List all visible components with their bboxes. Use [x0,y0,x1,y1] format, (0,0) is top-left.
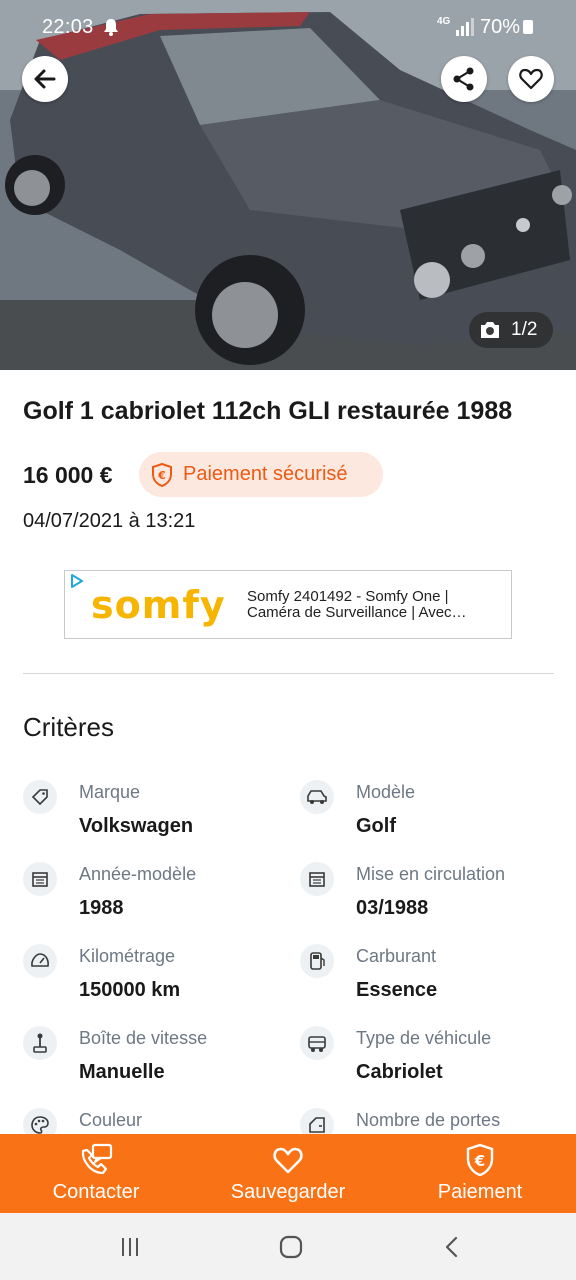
secure-payment-label: Paiement sécurisé [183,463,348,485]
ad-text: Somfy 2401492 - Somfy One | Caméra de Su… [247,588,467,621]
payment-button[interactable]: € Paiement [384,1134,576,1213]
action-bar: Contacter Sauvegarder € Paiement [0,1134,576,1213]
listing-title: Golf 1 cabriolet 112ch GLI restaurée 198… [23,397,513,425]
favorite-button[interactable] [508,56,554,102]
criteria-item-mise-en-circulation: Mise en circulation 03/1988 [300,862,560,932]
arrow-left-icon [34,69,56,89]
criteria-value: Cabriolet [356,1061,443,1083]
section-divider [23,673,554,674]
network-type: 4G [437,16,451,27]
secure-payment-badge[interactable]: € Paiement sécurisé [139,452,383,497]
fuel-pump-icon [300,944,334,978]
heart-icon [519,68,543,90]
listing-date: 04/07/2021 à 13:21 [23,510,196,532]
criteria-value: Golf [356,815,396,837]
battery-icon [523,20,533,34]
share-button[interactable] [441,56,487,102]
criteria-item-kilometrage: Kilométrage 150000 km [23,944,283,1014]
save-label: Sauvegarder [230,1181,346,1203]
ad-logo: somfy [91,583,226,627]
system-nav-bar [0,1213,576,1280]
home-icon [279,1235,303,1259]
criteria-value: Manuelle [79,1061,165,1083]
ad-banner[interactable]: somfy Somfy 2401492 - Somfy One | Caméra… [64,570,512,639]
back-button[interactable] [22,56,68,102]
criteria-item-annee-modele: Année-modèle 1988 [23,862,283,932]
contact-label: Contacter [52,1181,140,1203]
heart-icon [271,1143,305,1177]
recent-apps-button[interactable] [116,1233,144,1261]
calendar-icon [300,862,334,896]
car-icon [300,780,334,814]
calendar-icon [23,862,57,896]
criteria-label: Marque [79,782,141,802]
criteria-value: 1988 [79,897,124,919]
status-time: 22:03 [42,16,94,38]
contact-icon [79,1143,113,1177]
vehicle-type-icon [300,1026,334,1060]
contact-button[interactable]: Contacter [0,1134,192,1213]
speedometer-icon [23,944,57,978]
home-button[interactable] [277,1233,305,1261]
photo-counter[interactable]: 1/2 [469,312,553,348]
save-button[interactable]: Sauvegarder [192,1134,384,1213]
tag-icon [23,780,57,814]
criteria-label: Nombre de portes [356,1110,501,1130]
criteria-value: Essence [356,979,438,1001]
status-bar: 22:03 4G 70% [0,0,576,54]
svg-text:€: € [474,1152,485,1170]
recent-apps-icon [122,1238,138,1256]
chevron-left-icon [445,1236,458,1258]
criteria-label: Année-modèle [79,864,197,884]
criteria-title: Critères [23,712,115,742]
battery-level: 70% [480,16,521,38]
criteria-label: Couleur [79,1110,143,1130]
criteria-value: 150000 km [79,979,181,1001]
criteria-label: Kilométrage [79,946,176,966]
criteria-item-modele: Modèle Golf [300,780,560,850]
photo-counter-text: 1/2 [511,319,538,340]
listing-photo[interactable]: 22:03 4G 70% 1/2 [0,0,576,370]
adchoices-icon[interactable] [69,573,85,589]
gear-stick-icon [23,1026,57,1060]
signal-icon [456,18,474,36]
payment-label: Paiement [437,1181,523,1203]
criteria-value: 03/1988 [356,897,429,919]
criteria-item-boite-de-vitesse: Boîte de vitesse Manuelle [23,1026,283,1096]
criteria-value: Volkswagen [79,815,194,837]
criteria-item-marque: Marque Volkswagen [23,780,283,850]
criteria-label: Modèle [356,782,416,802]
svg-text:€: € [157,469,166,482]
listing-price: 16 000 € [23,462,113,488]
criteria-label: Boîte de vitesse [79,1028,208,1048]
euro-shield-icon: € [152,462,172,487]
camera-icon [481,322,499,338]
notification-bell-icon [104,19,118,36]
euro-shield-icon: € [463,1143,497,1177]
criteria-item-carburant: Carburant Essence [300,944,560,1014]
criteria-label: Mise en circulation [356,864,506,884]
criteria-label: Type de véhicule [356,1028,492,1048]
system-back-button[interactable] [438,1233,466,1261]
criteria-item-type-de-vehicule: Type de véhicule Cabriolet [300,1026,560,1096]
share-icon [453,67,474,91]
criteria-label: Carburant [356,946,437,966]
